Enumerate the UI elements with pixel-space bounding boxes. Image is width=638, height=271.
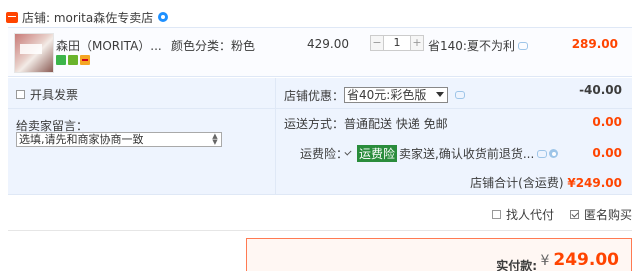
- insurance-chat-icon[interactable]: [537, 149, 548, 158]
- pay-currency: ¥: [540, 253, 550, 269]
- guarantee-icon: [56, 55, 66, 65]
- promotion-text: 省140:夏不为利: [428, 39, 515, 53]
- shipping-method: 普通配送 快递 免邮: [344, 117, 448, 131]
- anonymous-purchase-option[interactable]: 匿名购买: [569, 206, 632, 223]
- divider: [276, 108, 632, 109]
- decrease-quantity-button[interactable]: −: [371, 36, 383, 50]
- insurance-fee: 0.00: [592, 146, 622, 160]
- product-title[interactable]: 森田（MORITA）...: [56, 37, 166, 54]
- insurance-option[interactable]: 运费险 卖家送,确认收货前退货...: [344, 145, 559, 162]
- payment-summary: 实付款: ¥249.00: [246, 238, 632, 271]
- unit-price: 429.00: [307, 37, 349, 51]
- checkout-options: 找人代付 匿名购买: [491, 206, 632, 223]
- shop-discount-label: 店铺优惠：: [284, 89, 345, 103]
- insurance-checkbox[interactable]: [344, 149, 352, 158]
- proxy-pay-option[interactable]: 找人代付: [491, 206, 554, 223]
- shop-discount-select[interactable]: 省40元:彩色版: [344, 87, 448, 103]
- order-item-row: 森田（MORITA）... 颜色分类：粉色 429.00 − 1 + 省140:…: [8, 27, 632, 77]
- product-thumbnail[interactable]: [14, 33, 54, 73]
- quantity-input[interactable]: 1: [383, 36, 411, 50]
- insurance-tag: 运费险: [357, 145, 398, 162]
- insurance-description: 卖家送,确认收货前退货...: [399, 147, 535, 161]
- seller-message-input[interactable]: 选填,请先和商家协商一致 ▲ ▼: [16, 132, 222, 147]
- shop-discount-selected: 省40元:彩色版: [347, 88, 427, 102]
- shop-icon: [6, 11, 18, 23]
- divider: [8, 108, 276, 109]
- product-badges: [56, 55, 90, 65]
- divider: [8, 230, 632, 231]
- proxy-pay-checkbox[interactable]: [491, 210, 501, 219]
- discount-info-icon[interactable]: [455, 91, 465, 99]
- wangwang-chat-icon[interactable]: [158, 12, 169, 22]
- proxy-pay-label: 找人代付: [505, 208, 554, 222]
- quantity-stepper[interactable]: − 1 +: [370, 35, 424, 51]
- help-icon[interactable]: [549, 149, 559, 158]
- anonymous-purchase-checkbox[interactable]: [569, 210, 579, 219]
- shop-name[interactable]: 店铺: morita森佐专卖店: [22, 9, 153, 26]
- shop-discount-amount: -40.00: [579, 83, 622, 97]
- item-subtotal: 289.00: [571, 37, 618, 51]
- message-scroll-arrows-icon[interactable]: ▲ ▼: [211, 133, 219, 146]
- order-options-panel: 开具发票 给卖家留言： 选填,请先和商家协商一致 ▲ ▼ 店铺优惠： 省40元:彩…: [8, 78, 632, 195]
- shipping-label: 运送方式：: [284, 117, 345, 131]
- promo-detail-icon[interactable]: [517, 41, 528, 50]
- pay-label: 实付款:: [496, 259, 537, 271]
- shop-total: 店铺合计(含运费) ¥249.00: [470, 174, 622, 191]
- promotion-info: 省140:夏不为利: [428, 37, 528, 54]
- chevron-down-icon: [436, 92, 444, 97]
- invoice-badge-icon: [80, 55, 90, 65]
- seven-day-return-icon: [68, 55, 78, 65]
- product-color-attribute: 颜色分类：粉色: [171, 39, 256, 53]
- order-left-column: 开具发票 给卖家留言： 选填,请先和商家协商一致 ▲ ▼: [8, 78, 276, 195]
- shipping-fee: 0.00: [592, 115, 622, 129]
- insurance-label: 运费险：: [300, 147, 349, 161]
- shop-total-amount: ¥249.00: [567, 176, 622, 190]
- invoice-checkbox[interactable]: [16, 90, 25, 99]
- invoice-label: 开具发票: [30, 88, 79, 102]
- pay-amount-value: 249.00: [553, 250, 619, 270]
- shop-total-label: 店铺合计(含运费): [470, 176, 564, 190]
- invoice-option[interactable]: 开具发票: [16, 86, 78, 103]
- increase-quantity-button[interactable]: +: [411, 36, 423, 50]
- seller-message-value: 选填,请先和商家协商一致: [19, 133, 144, 146]
- shop-header: 店铺: morita森佐专卖店: [6, 8, 169, 26]
- anonymous-purchase-label: 匿名购买: [583, 208, 632, 222]
- pay-amount: ¥249.00: [540, 250, 619, 270]
